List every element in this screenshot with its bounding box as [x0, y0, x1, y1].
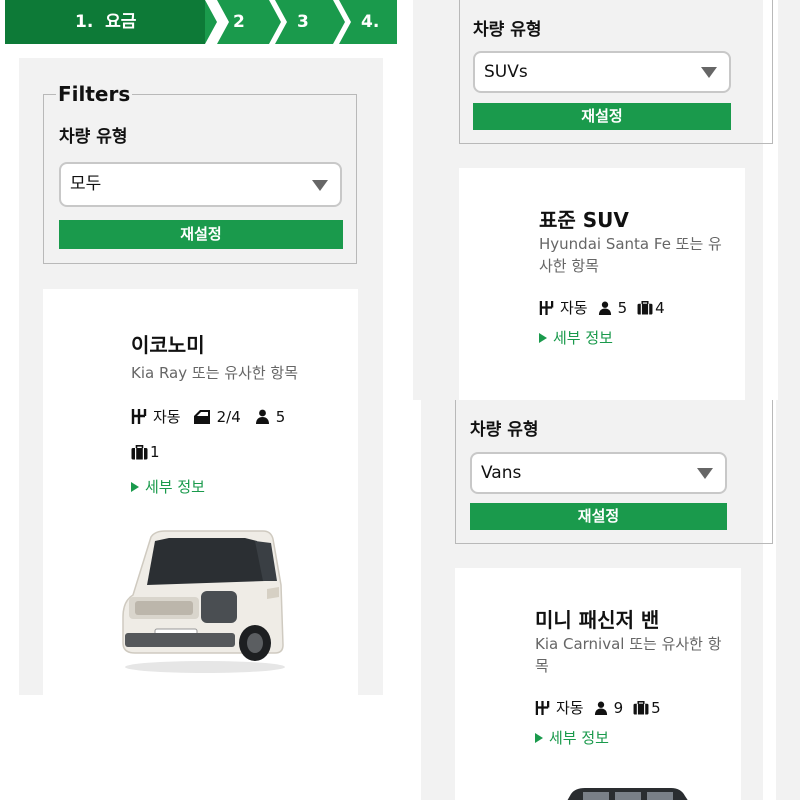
seats-value: 5	[275, 407, 286, 426]
spec-row: 자동 9 5	[535, 697, 661, 718]
spec-row: 자동 5 4	[539, 297, 665, 318]
vehicle-type-select[interactable]: Vans	[470, 452, 727, 494]
bags-value: 4	[655, 298, 665, 317]
luggage-icon	[633, 700, 649, 715]
details-link[interactable]: 세부 정보	[539, 327, 613, 348]
transmission-value: 자동	[153, 408, 181, 426]
details-link[interactable]: 세부 정보	[535, 727, 609, 748]
panel-edge	[413, 400, 421, 800]
chevron-down-icon	[312, 180, 328, 191]
vehicle-model-subtitle: Kia Ray 또는 유사한 항목	[131, 364, 299, 382]
vehicle-model-subtitle-2: 사한 항목	[539, 257, 599, 275]
chevron-down-icon	[701, 67, 717, 78]
step-1-label: 1. 요금	[75, 12, 137, 32]
details-link-label: 세부 정보	[553, 329, 613, 347]
filters-legend: Filters	[56, 82, 133, 106]
vehicle-card-economy: 이코노미 Kia Ray 또는 유사한 항목 자동 2/4 5 1 세부 정보	[43, 289, 358, 695]
transmission-icon	[131, 409, 147, 424]
luggage-icon	[131, 444, 148, 459]
doors-value: 2/4	[216, 407, 241, 426]
transmission-icon	[539, 300, 554, 315]
vehicle-image	[567, 788, 688, 800]
spec-row: 자동 2/4 5	[131, 406, 285, 427]
reset-button[interactable]: 재설정	[470, 503, 727, 530]
panel-economy: 1. 요금 2 3 4. Filters 차량 유형 모두 재설정 이코노미 K…	[0, 0, 400, 695]
reset-button[interactable]: 재설정	[473, 103, 731, 130]
vehicle-type-label: 차량 유형	[470, 420, 539, 440]
vehicle-image	[122, 530, 285, 673]
play-triangle-icon	[539, 333, 547, 343]
vehicle-type-select[interactable]: SUVs	[473, 51, 731, 93]
bags-value: 1	[150, 443, 160, 461]
vehicle-type-select[interactable]: 모두	[59, 162, 342, 207]
chevron-down-icon	[697, 468, 713, 479]
details-link-label: 세부 정보	[145, 478, 205, 496]
step-4-label[interactable]: 4.	[361, 0, 379, 44]
passenger-icon	[255, 409, 269, 424]
seats-value: 9	[613, 698, 624, 717]
panel-divider	[400, 0, 413, 800]
vehicle-model-subtitle-2: 목	[535, 657, 549, 675]
vehicle-class-title: 이코노미	[131, 333, 205, 357]
vehicle-class-title: 미니 패신저 밴	[535, 608, 660, 632]
panel-van: 차량 유형 Vans 재설정 미니 패신저 밴 Kia Carnival 또는 …	[413, 400, 800, 800]
reset-button[interactable]: 재설정	[59, 220, 343, 249]
details-link-label: 세부 정보	[549, 729, 609, 747]
play-triangle-icon	[535, 733, 543, 743]
panel-suv: 차량 유형 SUVs 재설정 표준 SUV Hyundai Santa Fe 또…	[413, 0, 800, 400]
spec-row-bags: 1	[131, 443, 160, 461]
vehicle-type-value: Vans	[481, 463, 522, 483]
vehicle-model-subtitle-1: Hyundai Santa Fe 또는 유	[539, 235, 722, 253]
booking-stepper: 1. 요금 2 3 4.	[5, 0, 397, 44]
vehicle-type-value: SUVs	[484, 62, 528, 82]
vehicle-type-value: 모두	[70, 174, 102, 194]
seats-value: 5	[617, 298, 628, 317]
passenger-icon	[598, 301, 611, 315]
door-icon	[193, 409, 210, 424]
bags-value: 5	[651, 698, 661, 717]
step-chevron-icon	[205, 0, 351, 44]
vehicle-model-subtitle-1: Kia Carnival 또는 유사한 항	[535, 635, 722, 653]
vehicle-card-van: 미니 패신저 밴 Kia Carnival 또는 유사한 항 목 자동 9 5 …	[455, 568, 741, 800]
details-link[interactable]: 세부 정보	[131, 476, 205, 497]
step-2-label[interactable]: 2	[233, 0, 245, 44]
vehicle-type-label: 차량 유형	[473, 20, 542, 40]
play-triangle-icon	[131, 482, 139, 492]
transmission-icon	[535, 700, 550, 715]
luggage-icon	[637, 300, 653, 315]
step-3-label[interactable]: 3	[297, 0, 309, 44]
vehicle-card-suv: 표준 SUV Hyundai Santa Fe 또는 유 사한 항목 자동 5 …	[459, 168, 745, 400]
vehicle-type-label: 차량 유형	[59, 127, 128, 147]
passenger-icon	[594, 701, 607, 715]
vehicle-class-title: 표준 SUV	[539, 208, 629, 232]
transmission-value: 자동	[560, 299, 588, 317]
transmission-value: 자동	[556, 699, 584, 717]
